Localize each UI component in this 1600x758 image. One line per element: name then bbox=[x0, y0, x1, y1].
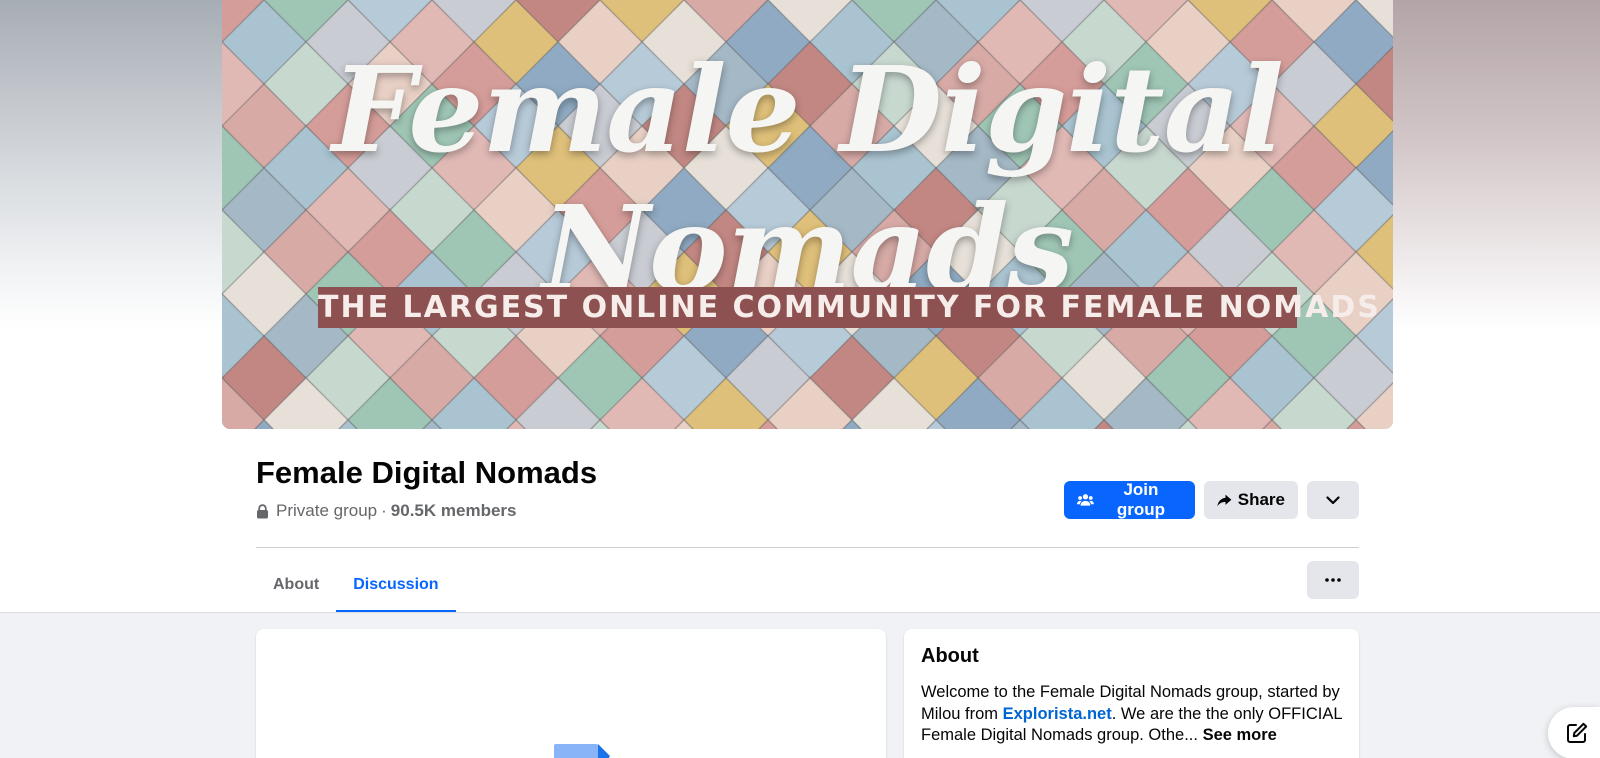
join-group-button[interactable]: Join group bbox=[1064, 480, 1195, 519]
share-arrow-icon bbox=[1217, 494, 1232, 506]
share-label: Share bbox=[1237, 490, 1285, 509]
see-more-link[interactable]: See more bbox=[1203, 726, 1277, 744]
lock-icon bbox=[257, 503, 268, 518]
tab-discussion-label: Discussion bbox=[353, 576, 439, 593]
tab-more-button[interactable] bbox=[1307, 561, 1359, 599]
member-count[interactable]: 90.5K members bbox=[391, 501, 517, 521]
cover-banner: THE LARGEST ONLINE COMMUNITY FOR FEMALE … bbox=[318, 287, 1379, 328]
more-dots-icon bbox=[1325, 578, 1341, 582]
discussion-card bbox=[256, 629, 886, 758]
group-actions: Join group Share bbox=[1064, 480, 1359, 519]
meta-separator: · bbox=[381, 501, 387, 520]
tab-about[interactable]: About bbox=[256, 557, 336, 613]
header-bottom-border bbox=[0, 612, 1600, 613]
explorista-link[interactable]: Explorista.net bbox=[1003, 705, 1112, 723]
more-options-dropdown[interactable] bbox=[1307, 481, 1359, 519]
cover-photo[interactable]: Female Digital Nomads THE LARGEST ONLINE… bbox=[222, 0, 1393, 429]
group-tabs: About Discussion bbox=[256, 557, 456, 613]
share-button[interactable]: Share bbox=[1204, 481, 1298, 519]
compose-icon bbox=[1567, 722, 1588, 743]
cover-title: Female Digital Nomads bbox=[332, 40, 1284, 318]
join-group-label: Join group bbox=[1116, 480, 1165, 519]
group-privacy[interactable]: Private group bbox=[276, 501, 377, 521]
header-divider bbox=[256, 547, 1359, 548]
about-description: Welcome to the Female Digital Nomads gro… bbox=[921, 682, 1342, 747]
group-title[interactable]: Female Digital Nomads bbox=[256, 455, 597, 491]
about-heading: About bbox=[921, 645, 979, 667]
group-meta: Private group · 90.5K members bbox=[256, 501, 516, 521]
people-icon bbox=[1077, 494, 1094, 506]
about-card: About Welcome to the Female Digital Noma… bbox=[904, 629, 1359, 758]
header-background-tint bbox=[1370, 0, 1600, 330]
illustration-image bbox=[554, 744, 610, 758]
compose-button[interactable] bbox=[1548, 707, 1600, 758]
tab-about-label: About bbox=[273, 576, 320, 593]
chevron-down-icon bbox=[1326, 495, 1340, 504]
tab-discussion[interactable]: Discussion bbox=[336, 557, 456, 613]
